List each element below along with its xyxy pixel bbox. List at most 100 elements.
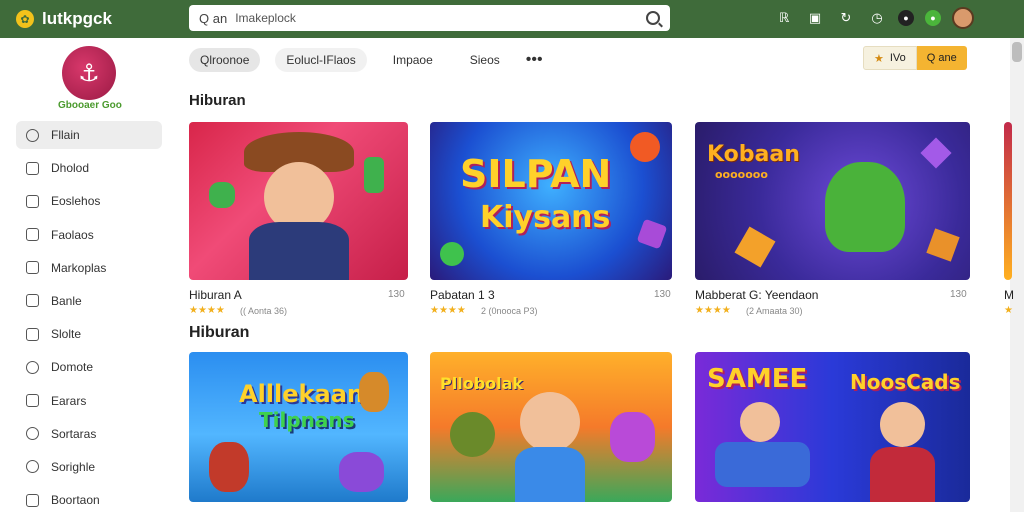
sidebar-item-1[interactable]: Dholod xyxy=(16,154,162,182)
chip-2[interactable]: Impaoe xyxy=(382,48,444,72)
box-icon xyxy=(26,493,39,507)
character-art xyxy=(249,222,349,280)
sidebar-item-label: Faolaos xyxy=(51,227,94,242)
character-art xyxy=(610,412,655,462)
card-meta: 130 xyxy=(388,289,405,300)
card-meta: 130 xyxy=(654,289,671,300)
card-title[interactable]: Pabatan 1 3 xyxy=(430,288,495,302)
chart-icon xyxy=(26,294,39,308)
sidebar-item-label: Sorighle xyxy=(51,459,96,474)
sidebar-item-label: Domote xyxy=(51,360,94,375)
sidebar-item-9[interactable]: Sortaras xyxy=(16,420,162,448)
dark-badge-icon[interactable]: ● xyxy=(898,10,914,26)
star-icon: ★ xyxy=(874,52,884,65)
character-art xyxy=(364,157,384,193)
chip-1[interactable]: Eolucl-IFlaos xyxy=(275,48,367,72)
brand-label: Gbooaer Goo xyxy=(58,100,122,111)
game-card[interactable]: SAMEE NoosCads xyxy=(695,352,970,502)
character-art xyxy=(880,402,925,447)
chip-0[interactable]: Qlroonoe xyxy=(189,48,261,72)
gear-icon xyxy=(26,460,39,474)
r-icon[interactable]: ℝ xyxy=(774,8,794,28)
app-name: lutkpgck xyxy=(42,9,112,28)
art-text: Tilpnans xyxy=(259,408,355,432)
sidebar-item-6[interactable]: Slolte xyxy=(16,320,162,348)
card-title[interactable]: Hiburan A xyxy=(189,288,242,302)
game-card[interactable]: Kobaan ooooooo xyxy=(695,122,970,280)
sidebar-item-3[interactable]: Faolaos xyxy=(16,221,162,249)
actions: ★ IVo Q ane xyxy=(863,46,967,70)
clock-icon[interactable]: ◷ xyxy=(867,8,887,28)
sidebar-item-0[interactable]: Fllain xyxy=(16,121,162,149)
game-thumbnail xyxy=(189,122,408,280)
list-icon xyxy=(26,427,39,441)
art-text: Pllobolak xyxy=(440,374,524,393)
character-art xyxy=(450,412,495,457)
vehicle-art xyxy=(715,442,810,487)
app-logo[interactable]: ✿ lutkpgck xyxy=(16,9,186,29)
character-art xyxy=(740,402,780,442)
art-text: SILPAN xyxy=(460,152,612,196)
more-icon[interactable]: ••• xyxy=(526,51,543,69)
card-title[interactable]: Mabberat G: Yeendaon xyxy=(695,288,818,302)
sidebar-item-5[interactable]: Banle xyxy=(16,287,162,315)
scrollbar-thumb[interactable] xyxy=(1012,42,1022,62)
sidebar-nav: Fllain Dholod Eoslehos Faolaos Markoplas… xyxy=(16,121,162,519)
game-card[interactable] xyxy=(1004,122,1012,280)
character-art xyxy=(209,182,235,208)
box-icon[interactable]: ▣ xyxy=(805,8,825,28)
green-badge-icon[interactable]: ● xyxy=(925,10,941,26)
search-bar[interactable]: Q an xyxy=(189,5,670,31)
candy-art xyxy=(630,132,660,162)
sidebar-item-label: Fllain xyxy=(51,128,80,142)
top-icons: ℝ ▣ ↻ ◷ ● ● xyxy=(774,7,974,29)
avatar[interactable] xyxy=(952,7,974,29)
sidebar-item-11[interactable]: Boortaon xyxy=(16,486,162,514)
card-meta: 130 xyxy=(950,289,967,300)
card-title[interactable]: M xyxy=(1004,288,1014,302)
search-prefix: Q an xyxy=(199,10,228,26)
game-card[interactable]: Alllekaan Tilpnans xyxy=(189,352,408,502)
circle-icon xyxy=(26,360,39,374)
sidebar-item-8[interactable]: Earars xyxy=(16,387,162,415)
square-icon xyxy=(26,327,39,341)
character-art xyxy=(209,442,249,492)
search-icon xyxy=(26,128,39,142)
gem-art xyxy=(926,228,960,262)
game-thumbnail: SILPAN Kiysans xyxy=(430,122,672,280)
sidebar-item-7[interactable]: Domote xyxy=(16,353,162,381)
rating-stars: ★ xyxy=(1004,305,1013,316)
sidebar-item-2[interactable]: Eoslehos xyxy=(16,187,162,215)
filter-chips: Qlroonoe Eolucl-IFlaos Impaoe Sieos ••• xyxy=(189,48,543,72)
search-icon[interactable] xyxy=(646,11,660,25)
character-art xyxy=(515,447,585,502)
sidebar-item-label: Slolte xyxy=(51,327,82,342)
art-text: Kiysans xyxy=(480,200,611,235)
game-card[interactable]: SILPAN Kiysans xyxy=(430,122,672,280)
chip-3[interactable]: Sieos xyxy=(459,48,511,72)
sidebar-item-label: Sortaras xyxy=(51,426,97,441)
art-text: Alllekaan xyxy=(239,380,364,408)
sidebar-item-10[interactable]: Sorighle xyxy=(16,453,162,481)
sidebar-item-label: Earars xyxy=(51,393,87,408)
sidebar-item-label: Eoslehos xyxy=(51,194,101,209)
action-button-2[interactable]: Q ane xyxy=(916,46,967,70)
scrollbar[interactable] xyxy=(1010,38,1024,512)
art-text: SAMEE xyxy=(707,364,808,394)
check-icon xyxy=(26,394,39,407)
action-button-1[interactable]: ★ IVo xyxy=(863,46,917,70)
doc-icon xyxy=(26,228,39,242)
game-thumbnail: Pllobolak xyxy=(430,352,672,502)
game-card[interactable] xyxy=(189,122,408,280)
sidebar-item-4[interactable]: Markoplas xyxy=(16,254,162,282)
sidebar-item-label: Boortaon xyxy=(51,493,100,508)
gem-art xyxy=(920,137,952,169)
refresh-icon[interactable]: ↻ xyxy=(836,8,856,28)
search-input[interactable] xyxy=(235,11,646,25)
character-art xyxy=(339,452,384,492)
brand-logo-icon[interactable]: ⚓ xyxy=(62,46,116,100)
game-thumbnail xyxy=(1004,122,1012,280)
sidebar-item-label: Dholod xyxy=(51,161,90,176)
section-title: Hiburan xyxy=(189,92,246,109)
game-card[interactable]: Pllobolak xyxy=(430,352,672,502)
